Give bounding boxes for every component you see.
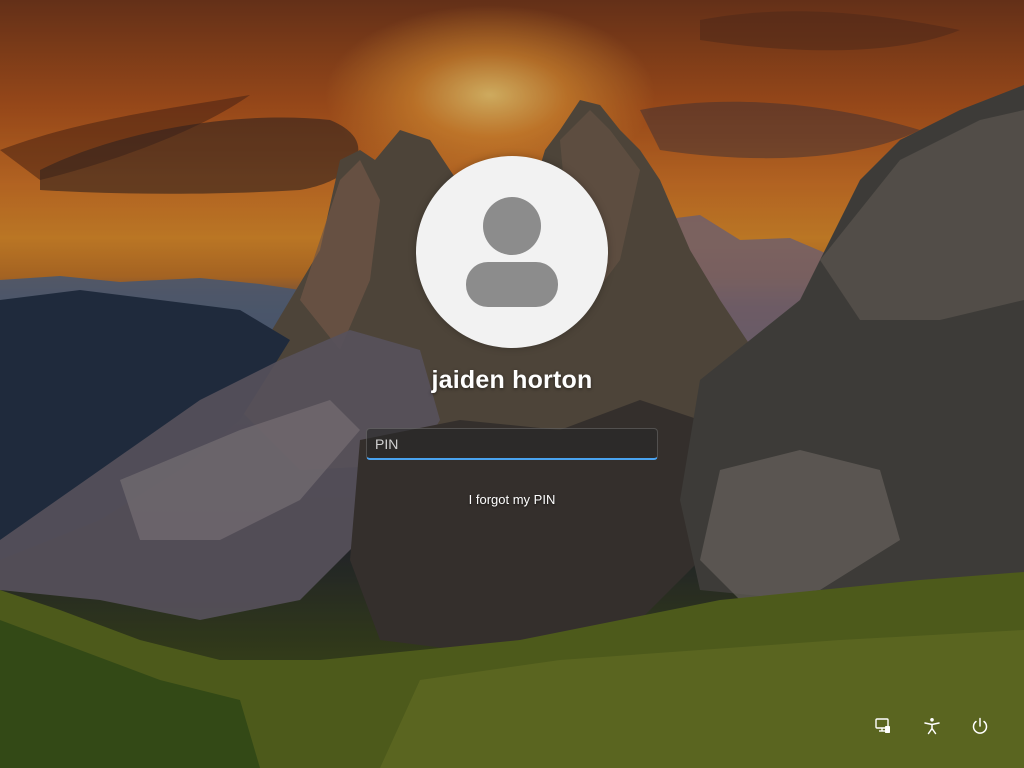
accessibility-icon — [924, 718, 940, 735]
network-button[interactable] — [868, 712, 898, 740]
user-name: jaiden horton — [431, 366, 593, 394]
accessibility-button[interactable] — [917, 712, 947, 740]
power-icon — [972, 717, 988, 734]
pin-input[interactable] — [366, 428, 658, 460]
user-avatar — [416, 156, 608, 348]
lock-screen: jaiden horton I forgot my PIN — [0, 0, 1024, 768]
network-icon — [875, 718, 890, 733]
forgot-pin-link[interactable]: I forgot my PIN — [412, 492, 612, 507]
power-button[interactable] — [965, 712, 995, 740]
user-avatar-icon — [466, 197, 558, 307]
